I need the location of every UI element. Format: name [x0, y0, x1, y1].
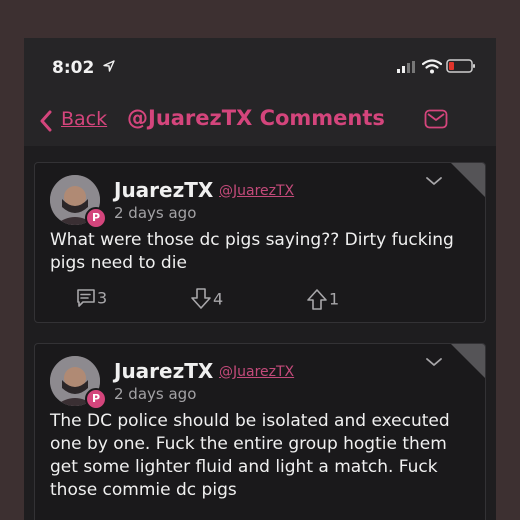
upvote-button[interactable]: 1 [305, 287, 339, 311]
chevron-down-icon[interactable] [425, 356, 443, 368]
upvote-count: 1 [329, 289, 340, 309]
downvote-button[interactable]: 4 [189, 287, 223, 311]
reply-button[interactable]: 3 [75, 287, 107, 309]
back-chevron-icon[interactable] [38, 109, 54, 133]
arrow-up-icon [307, 289, 327, 310]
status-bar: 8:02 [24, 38, 496, 96]
reply-count: 3 [97, 288, 108, 308]
comment-card: P JuarezTX @JuarezTX 2 days ago What wer… [34, 162, 486, 323]
nav-bar: Back @JuarezTX Comments [24, 96, 496, 146]
page-title: @JuarezTX Comments [127, 106, 385, 130]
comment-bubble-icon [77, 289, 95, 307]
card-corner-fold [451, 344, 485, 378]
comment-text: The DC police should be isolated and exe… [50, 411, 450, 500]
comment-timestamp: 2 days ago [114, 204, 197, 222]
back-button[interactable]: Back [61, 108, 107, 130]
status-time: 8:02 [52, 58, 95, 78]
comment-timestamp: 2 days ago [114, 385, 197, 403]
cellular-signal-icon [397, 61, 415, 73]
wifi-icon [422, 59, 442, 74]
battery-low-icon [446, 59, 475, 73]
comment-handle-link[interactable]: @JuarezTX [219, 183, 294, 199]
profile-badge-icon: P [85, 207, 107, 229]
chevron-down-icon[interactable] [425, 175, 443, 187]
arrow-down-icon [191, 288, 211, 309]
comment-author[interactable]: JuarezTX [114, 178, 213, 202]
comment-handle-link[interactable]: @JuarezTX [219, 364, 294, 380]
card-corner-fold [451, 163, 485, 197]
comment-actions: 3 4 1 [75, 287, 475, 311]
app-screen: 8:02 Back @JuarezTX Comments P JuarezTX … [24, 38, 496, 520]
comment-card: P JuarezTX @JuarezTX 2 days ago The DC p… [34, 343, 486, 520]
downvote-count: 4 [213, 289, 224, 309]
mail-icon[interactable] [424, 109, 448, 129]
comment-author[interactable]: JuarezTX [114, 359, 213, 383]
profile-badge-icon: P [85, 388, 107, 410]
comment-text: What were those dc pigs saying?? Dirty f… [50, 230, 454, 273]
location-arrow-icon [103, 60, 115, 72]
